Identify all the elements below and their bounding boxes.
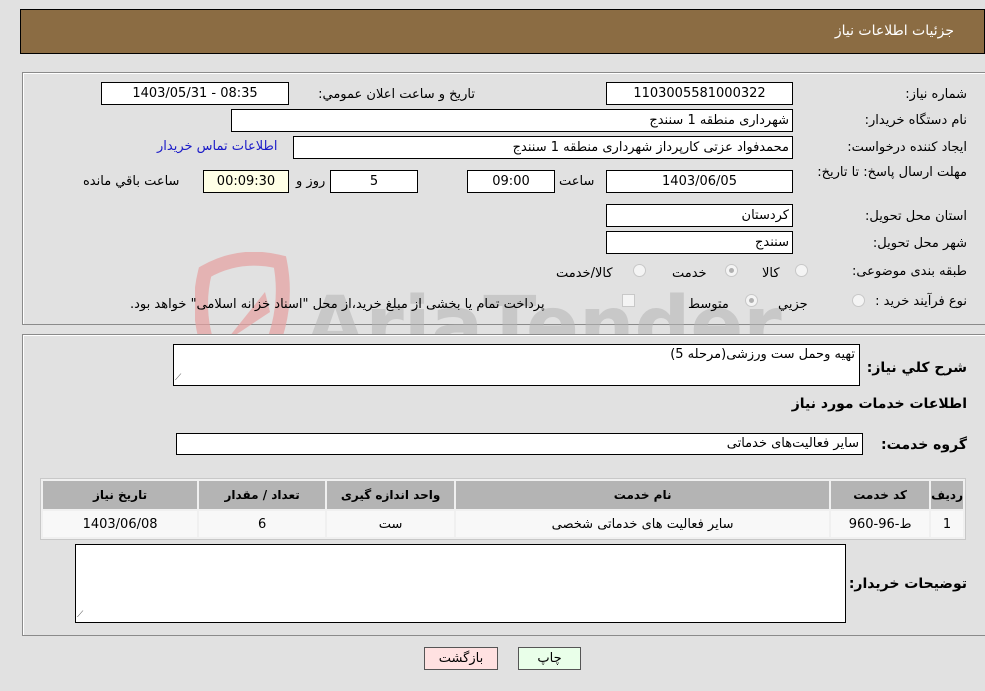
col-header-quantity: تعداد / مقدار: [199, 481, 326, 509]
cell-service-code: ط-96-960: [831, 511, 930, 537]
category-radio-goods-service[interactable]: [633, 264, 646, 277]
requester-label: ايجاد کننده درخواست:: [847, 140, 967, 155]
purchase-type-radio-minor[interactable]: [852, 294, 865, 307]
remaining-time-field[interactable]: 00:09:30: [203, 170, 289, 193]
cell-need-date: 1403/06/08: [43, 511, 198, 537]
description-textarea[interactable]: تهيه وحمل ست ورزشی(مرحله 5): [173, 344, 860, 386]
treasury-checkbox-label: پرداخت تمام يا بخشی از مبلغ خريد،از محل …: [130, 297, 545, 312]
page-title: جزئیات اطلاعات نیاز: [834, 23, 954, 39]
cell-row-num: 1: [931, 511, 963, 537]
back-button[interactable]: بازگشت: [424, 647, 498, 670]
category-radio-service[interactable]: [725, 264, 738, 277]
description-label: شرح کلي نياز:: [866, 360, 967, 376]
resize-grip-icon[interactable]: ⟋: [175, 374, 184, 383]
requester-field[interactable]: محمدفواد عزتی کارپرداز شهرداری منطقه 1 س…: [293, 136, 793, 159]
treasury-checkbox[interactable]: [622, 294, 635, 307]
table-header-row: رديف کد خدمت نام خدمت واحد اندازه گيری ت…: [43, 481, 963, 509]
category-label: طبقه بندی موضوعی:: [851, 264, 967, 279]
buyer-notes-label: توضيحات خريدار:: [848, 576, 967, 592]
deadline-label: مهلت ارسال پاسخ: تا تاریخ:: [817, 165, 967, 180]
col-header-need-date: تاريخ نياز: [43, 481, 198, 509]
province-field[interactable]: کردستان: [606, 204, 793, 227]
col-header-service-code: کد خدمت: [831, 481, 930, 509]
need-number-label: شماره نیاز:: [905, 87, 967, 102]
services-section-title: اطلاعات خدمات مورد نياز: [791, 396, 967, 412]
remaining-days-field[interactable]: 5: [330, 170, 418, 193]
cell-service-name: ساير فعاليت های خدماتی شخصی: [456, 511, 830, 537]
announce-datetime-label: تاريخ و ساعت اعلان عمومي:: [318, 87, 475, 102]
category-option-service: خدمت: [672, 266, 707, 281]
cell-unit: ست: [327, 511, 455, 537]
purchase-type-option-medium: متوسط: [688, 297, 729, 312]
table-row: 1 ط-96-960 ساير فعاليت های خدماتی شخصی س…: [43, 511, 963, 537]
need-number-field[interactable]: 1103005581000322: [606, 82, 793, 105]
purchase-type-option-minor: جزيي: [778, 297, 808, 312]
col-header-row-num: رديف: [931, 481, 963, 509]
buyer-org-label: نام دستگاه خريدار:: [864, 113, 967, 128]
page-header: جزئیات اطلاعات نیاز: [20, 9, 985, 54]
purchase-type-radio-medium[interactable]: [745, 294, 758, 307]
category-radio-goods[interactable]: [795, 264, 808, 277]
remaining-time-label: ساعت باقي مانده: [83, 174, 180, 189]
services-table: رديف کد خدمت نام خدمت واحد اندازه گيری ت…: [40, 478, 966, 540]
service-group-field[interactable]: ساير فعاليت‌های خدماتی: [176, 433, 863, 455]
announce-datetime-field[interactable]: 1403/05/31 - 08:35: [101, 82, 289, 105]
col-header-service-name: نام خدمت: [456, 481, 830, 509]
deadline-time-label: ساعت: [559, 174, 595, 189]
buyer-org-field[interactable]: شهرداری منطقه 1 سنندج: [231, 109, 793, 132]
deadline-time-field[interactable]: 09:00: [467, 170, 555, 193]
buyer-contact-link[interactable]: اطلاعات تماس خريدار: [157, 139, 277, 154]
city-label: شهر محل تحویل:: [872, 236, 967, 251]
print-button[interactable]: چاپ: [518, 647, 581, 670]
province-label: استان محل تحویل:: [865, 209, 967, 224]
cell-quantity: 6: [199, 511, 326, 537]
category-option-goods-service: کالا/خدمت: [556, 266, 613, 281]
col-header-unit: واحد اندازه گيری: [327, 481, 455, 509]
city-field[interactable]: سنندج: [606, 231, 793, 254]
purchase-type-label: نوع فرآيند خريد :: [875, 294, 967, 309]
buyer-notes-textarea[interactable]: [75, 544, 846, 623]
resize-grip-icon[interactable]: ⟋: [77, 611, 86, 620]
deadline-date-field[interactable]: 1403/06/05: [606, 170, 793, 193]
category-option-goods: کالا: [762, 266, 780, 281]
days-label: روز و: [296, 174, 326, 189]
service-group-label: گروه خدمت:: [881, 437, 967, 453]
